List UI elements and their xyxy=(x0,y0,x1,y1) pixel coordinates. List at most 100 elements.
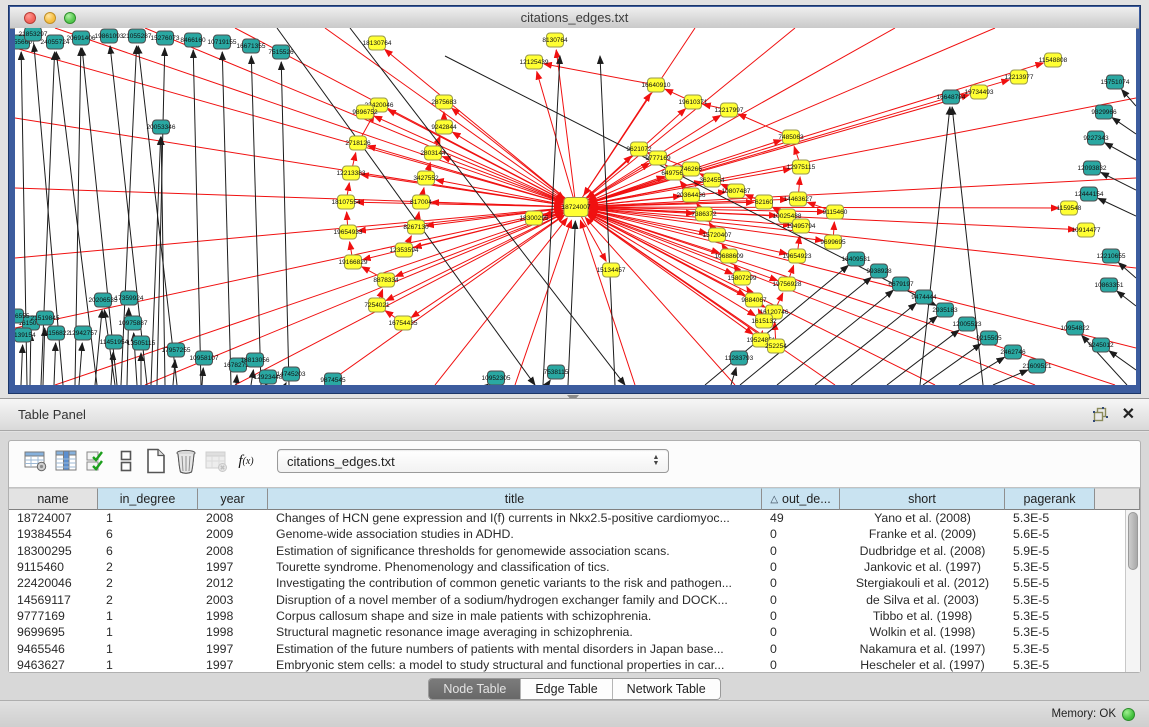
table-vertical-scrollbar[interactable] xyxy=(1125,510,1140,672)
graph-node[interactable]: 3624554 xyxy=(699,173,725,187)
graph-edge[interactable] xyxy=(952,107,983,385)
graph-edge[interactable] xyxy=(959,357,1004,385)
graph-edge[interactable] xyxy=(590,178,1136,206)
graph-node[interactable]: 2462746 xyxy=(1000,345,1026,359)
graph-edge[interactable] xyxy=(1098,198,1136,216)
graph-node[interactable]: 11283793 xyxy=(725,351,754,365)
graph-node[interactable]: 20206535 xyxy=(89,293,118,307)
column-header-in_degree[interactable]: in_degree xyxy=(98,488,198,510)
graph-node[interactable]: 8130764 xyxy=(542,33,568,47)
graph-node[interactable]: 7538115 xyxy=(544,365,569,379)
graph-node[interactable]: 12213977 xyxy=(1005,70,1034,84)
graph-node[interactable]: 62160 xyxy=(755,195,773,209)
graph-node[interactable]: 15807299 xyxy=(728,271,757,285)
graph-node[interactable]: 12210655 xyxy=(1097,249,1126,263)
graph-edge[interactable] xyxy=(55,28,563,202)
graph-node[interactable]: 12353594 xyxy=(390,243,419,257)
column-header-title[interactable]: title xyxy=(268,488,762,510)
scrollbar-thumb[interactable] xyxy=(1128,512,1138,570)
graph-node[interactable]: 2935183 xyxy=(932,303,958,317)
graph-edge[interactable] xyxy=(1117,291,1136,306)
graph-node[interactable]: 14463627 xyxy=(784,192,813,206)
column-header-name[interactable]: name xyxy=(9,488,98,510)
table-selector-combo[interactable]: citations_edges.txt ▲▼ xyxy=(277,449,669,473)
graph-node[interactable]: 15751074 xyxy=(1101,75,1130,89)
table-row[interactable]: 977716911998Corpus callosum shape and si… xyxy=(9,608,1125,624)
graph-edge[interactable] xyxy=(589,212,1035,385)
table-row[interactable]: 1456911722003Disruption of a novel membe… xyxy=(9,591,1125,607)
graph-edge[interactable] xyxy=(1119,263,1136,278)
tab-node-table[interactable]: Node Table xyxy=(429,679,521,699)
graph-node[interactable]: 9699695 xyxy=(820,235,846,249)
table-row[interactable]: 911546021997Tourette syndrome. Phenomeno… xyxy=(9,559,1125,575)
graph-edge[interactable] xyxy=(993,370,1028,385)
graph-node[interactable]: 16648784 xyxy=(937,90,966,104)
graph-node[interactable]: 10952305 xyxy=(482,371,511,385)
graph-node[interactable]: 18107554 xyxy=(332,195,361,209)
graph-node[interactable]: 15276073 xyxy=(151,31,180,45)
graph-edge[interactable] xyxy=(1101,172,1136,190)
graph-node[interactable]: 19654923 xyxy=(783,249,812,263)
graph-node[interactable]: 9329966 xyxy=(1091,105,1117,119)
graph-node[interactable]: 20364436 xyxy=(677,188,706,202)
graph-node[interactable]: 17957255 xyxy=(162,343,191,357)
float-panel-icon[interactable] xyxy=(1093,407,1108,422)
graph-node[interactable]: 12975115 xyxy=(787,160,816,174)
graph-node[interactable]: 9777169 xyxy=(645,151,671,165)
graph-edge[interactable] xyxy=(251,56,261,385)
graph-node[interactable]: 21055287 xyxy=(123,29,152,43)
graph-edge[interactable] xyxy=(580,220,635,385)
graph-node[interactable]: 3427552 xyxy=(413,171,439,185)
table-row[interactable]: 969969511998Structural magnetic resonanc… xyxy=(9,624,1125,640)
graph-edge[interactable] xyxy=(590,98,1136,204)
trash-icon[interactable] xyxy=(171,447,201,475)
graph-edge[interactable] xyxy=(887,330,959,385)
graph-node[interactable]: 252254 xyxy=(765,339,787,353)
table-row[interactable]: 1872400712008Changes of HCN gene express… xyxy=(9,510,1125,526)
graph-node[interactable]: 2875683 xyxy=(431,95,457,109)
graph-node[interactable]: 18724007 xyxy=(562,198,591,217)
graph-node[interactable]: 746266 xyxy=(680,162,702,176)
graph-node[interactable]: 18130764 xyxy=(363,36,392,50)
graph-node[interactable]: 19734493 xyxy=(965,85,994,99)
graph-node[interactable]: 19756928 xyxy=(773,277,802,291)
graph-edge[interactable] xyxy=(568,221,575,385)
graph-edge[interactable] xyxy=(79,343,82,385)
graph-edge[interactable] xyxy=(590,210,1136,348)
graph-node[interactable]: 10954822 xyxy=(1061,321,1090,335)
graph-edge[interactable] xyxy=(21,345,23,385)
graph-edge[interactable] xyxy=(923,344,981,385)
tab-edge-table[interactable]: Edge Table xyxy=(521,679,612,699)
graph-edge[interactable] xyxy=(547,380,550,385)
table-row[interactable]: 946362711997Embryonic stem cells: a mode… xyxy=(9,657,1125,672)
graph-node[interactable]: 10914477 xyxy=(1072,223,1101,237)
table-settings-icon[interactable] xyxy=(21,447,51,475)
graph-edge[interactable] xyxy=(374,116,576,207)
graph-node[interactable]: 9242844 xyxy=(431,120,457,134)
graph-node[interactable]: 10975887 xyxy=(119,316,148,330)
graph-node[interactable]: 12125439 xyxy=(520,55,549,69)
graph-edge[interactable] xyxy=(1109,351,1136,370)
graph-node[interactable]: 7485063 xyxy=(778,130,804,144)
graph-edge[interactable] xyxy=(15,210,562,328)
graph-edge[interactable] xyxy=(222,52,231,385)
close-panel-icon[interactable]: ✕ xyxy=(1122,408,1135,422)
table-row[interactable]: 946554611997Estimation of the future num… xyxy=(9,640,1125,656)
graph-node[interactable]: 16671355 xyxy=(237,39,266,53)
graph-node[interactable]: 13505115 xyxy=(127,336,156,350)
graph-edge[interactable] xyxy=(777,290,893,385)
column-header-pagerank[interactable]: pagerank xyxy=(1005,488,1095,510)
graph-edge[interactable] xyxy=(851,316,937,385)
table-row[interactable]: 1830029562008Estimation of significance … xyxy=(9,543,1125,559)
graph-node[interactable]: 8267130 xyxy=(403,220,429,234)
graph-node[interactable]: 17359924 xyxy=(115,291,144,305)
memory-ok-indicator[interactable] xyxy=(1122,708,1135,721)
network-canvas[interactable]: 1855660721853297240557242069140619861093… xyxy=(15,28,1136,385)
graph-node[interactable]: 16754435 xyxy=(389,316,418,330)
graph-node[interactable]: 12005523 xyxy=(953,317,982,331)
tab-network-table[interactable]: Network Table xyxy=(613,679,720,699)
graph-node[interactable]: 9245012 xyxy=(1088,338,1114,352)
graph-edge[interactable] xyxy=(15,208,562,258)
graph-edge[interactable] xyxy=(576,207,1059,208)
graph-edge[interactable] xyxy=(1105,143,1136,160)
